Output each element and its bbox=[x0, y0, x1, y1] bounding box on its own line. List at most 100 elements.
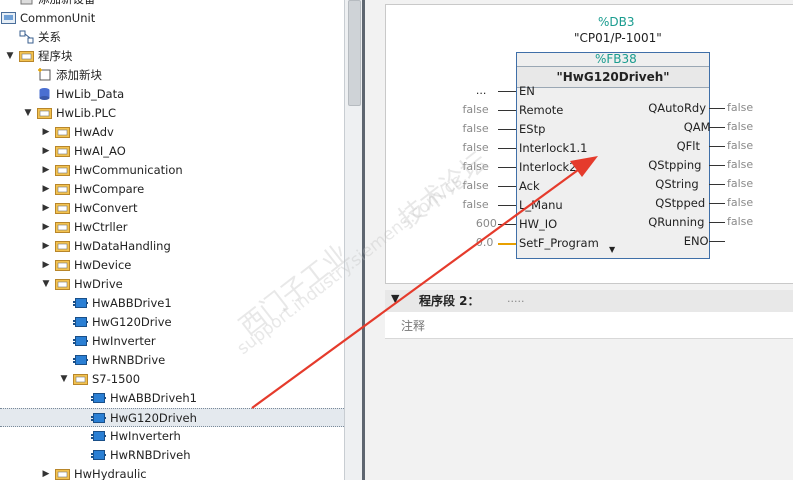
tree-item[interactable]: ▼ HwLib.PLC bbox=[0, 104, 344, 123]
instance-name[interactable]: "CP01/P-1001" bbox=[574, 31, 662, 45]
input-pin-value[interactable]: false bbox=[463, 103, 489, 117]
folder-icon bbox=[55, 182, 70, 196]
output-wire bbox=[709, 146, 725, 147]
fb-icon bbox=[91, 429, 106, 443]
tree-item-label: HwRNBDrive bbox=[92, 353, 166, 367]
input-wire bbox=[498, 243, 516, 245]
output-wire bbox=[709, 165, 725, 166]
expand-icon[interactable]: ▶ bbox=[41, 237, 51, 256]
network-2-title: 程序段 2： bbox=[419, 294, 480, 308]
tree-item[interactable]: 添加新块 bbox=[0, 66, 344, 85]
input-pin-label: SetF_Program bbox=[519, 236, 599, 250]
tree-item[interactable]: HwLib_Data bbox=[0, 85, 344, 104]
tree-scrollbar[interactable] bbox=[344, 0, 362, 480]
tree-item[interactable]: HwRNBDrive bbox=[0, 351, 344, 370]
output-pin-value[interactable]: false bbox=[727, 120, 753, 134]
folder-icon bbox=[37, 106, 52, 120]
input-wire bbox=[498, 110, 516, 111]
tree-item[interactable]: HwInverterh bbox=[0, 427, 344, 446]
tree-item[interactable]: ▼ S7-1500 bbox=[0, 370, 344, 389]
input-pin-value[interactable]: ... bbox=[476, 84, 487, 98]
input-pin-label: Remote bbox=[519, 103, 564, 117]
fb-icon bbox=[73, 315, 88, 329]
tree-item[interactable]: HwABBDriveh1 bbox=[0, 389, 344, 408]
tree-item[interactable]: ▶ HwHydraulic bbox=[0, 465, 344, 480]
tree-item-label: HwCompare bbox=[74, 182, 145, 196]
collapse-triangle-icon[interactable]: ▼ bbox=[391, 292, 399, 305]
tree-item-label: HwG120Drive bbox=[92, 315, 172, 329]
output-pin-label: QStpping bbox=[648, 158, 702, 172]
fb-title: "HwG120Driveh" bbox=[517, 66, 709, 88]
tree-item-label: HwDevice bbox=[74, 258, 132, 272]
tree-item[interactable]: ▶ HwAI_AO bbox=[0, 142, 344, 161]
output-pin-label: QStpped bbox=[655, 196, 706, 210]
tree-item[interactable]: ▼CommonUnit bbox=[0, 9, 344, 28]
input-pin-label: HW_IO bbox=[519, 217, 558, 231]
expand-icon[interactable]: ▶ bbox=[41, 123, 51, 142]
input-pin-value[interactable]: 0.0 bbox=[476, 236, 494, 250]
output-pin-value[interactable]: false bbox=[727, 101, 753, 115]
expand-icon[interactable]: ▶ bbox=[41, 256, 51, 275]
collapse-icon[interactable]: ▼ bbox=[41, 275, 51, 294]
input-pin-value[interactable]: false bbox=[463, 198, 489, 212]
expand-icon[interactable]: ▶ bbox=[41, 218, 51, 237]
folder-icon bbox=[55, 144, 70, 158]
output-pin-value[interactable]: false bbox=[727, 196, 753, 210]
output-wire bbox=[709, 222, 725, 223]
collapse-icon[interactable]: ▼ bbox=[59, 370, 69, 389]
add-block-icon bbox=[37, 68, 52, 82]
input-wire bbox=[498, 186, 516, 187]
tree-item[interactable]: HwG120Driveh bbox=[0, 408, 344, 427]
collapse-icon[interactable]: ▼ bbox=[5, 47, 15, 66]
input-pin-value[interactable]: false bbox=[463, 122, 489, 136]
tree-item[interactable]: HwRNBDriveh bbox=[0, 446, 344, 465]
output-pin-value[interactable]: false bbox=[727, 158, 753, 172]
tree-item[interactable]: ▶ HwCommunication bbox=[0, 161, 344, 180]
expand-icon[interactable]: ▶ bbox=[41, 199, 51, 218]
tree-item[interactable]: ▶ HwCompare bbox=[0, 180, 344, 199]
relations-icon bbox=[19, 30, 34, 44]
expand-icon[interactable]: ▶ bbox=[41, 142, 51, 161]
folder-icon bbox=[55, 125, 70, 139]
tree-item[interactable]: HwInverter bbox=[0, 332, 344, 351]
expand-icon[interactable]: ▶ bbox=[41, 180, 51, 199]
tree-item[interactable]: 添加新设备 bbox=[0, 0, 344, 9]
output-pin-value[interactable]: false bbox=[727, 215, 753, 229]
input-pin-label: Interlock1.1 bbox=[519, 141, 588, 155]
tree-item-label: HwLib.PLC bbox=[56, 106, 116, 120]
tree-item[interactable]: ▶ HwDataHandling bbox=[0, 237, 344, 256]
output-wire bbox=[709, 241, 725, 242]
scrollbar-thumb[interactable] bbox=[348, 0, 361, 106]
tree-item[interactable]: ▶ HwCtrller bbox=[0, 218, 344, 237]
expand-icon[interactable]: ▶ bbox=[41, 161, 51, 180]
output-pin-label: QRunning bbox=[648, 215, 705, 229]
expand-icon[interactable]: ▶ bbox=[41, 465, 51, 480]
network-2-header[interactable]: ▼ 程序段 2： ..... bbox=[385, 290, 793, 313]
input-pin-value[interactable]: 600 bbox=[476, 217, 497, 231]
comment-label: 注释 bbox=[401, 319, 426, 333]
network-2-dots: ..... bbox=[507, 292, 525, 305]
fb-icon bbox=[73, 334, 88, 348]
tree-item[interactable]: ▼ 程序块 bbox=[0, 47, 344, 66]
fb-icon bbox=[73, 353, 88, 367]
expand-arrow-icon[interactable]: ▼ bbox=[609, 245, 615, 254]
output-pin-value[interactable]: false bbox=[727, 139, 753, 153]
output-wire bbox=[709, 203, 725, 204]
fb-icon bbox=[73, 296, 88, 310]
tree-item[interactable]: ▶ HwConvert bbox=[0, 199, 344, 218]
collapse-icon[interactable]: ▼ bbox=[23, 104, 33, 123]
tree-item[interactable]: ▶ HwAdv bbox=[0, 123, 344, 142]
tree-item-label: HwInverter bbox=[92, 334, 156, 348]
output-pin-value[interactable]: false bbox=[727, 177, 753, 191]
folder-icon bbox=[55, 163, 70, 177]
tree-item-label: 关系 bbox=[38, 30, 61, 44]
add-device-icon bbox=[19, 0, 34, 6]
input-wire bbox=[498, 91, 516, 92]
tree-item-label: HwCommunication bbox=[74, 163, 183, 177]
tree-item[interactable]: 关系 bbox=[0, 28, 344, 47]
tree-item-label: HwRNBDriveh bbox=[110, 448, 191, 462]
db-icon bbox=[37, 87, 52, 101]
input-pin-label: Interlock2.1 bbox=[519, 160, 588, 174]
network-2-comment[interactable]: 注释 bbox=[385, 312, 793, 339]
input-pin-label: EN bbox=[519, 84, 535, 98]
